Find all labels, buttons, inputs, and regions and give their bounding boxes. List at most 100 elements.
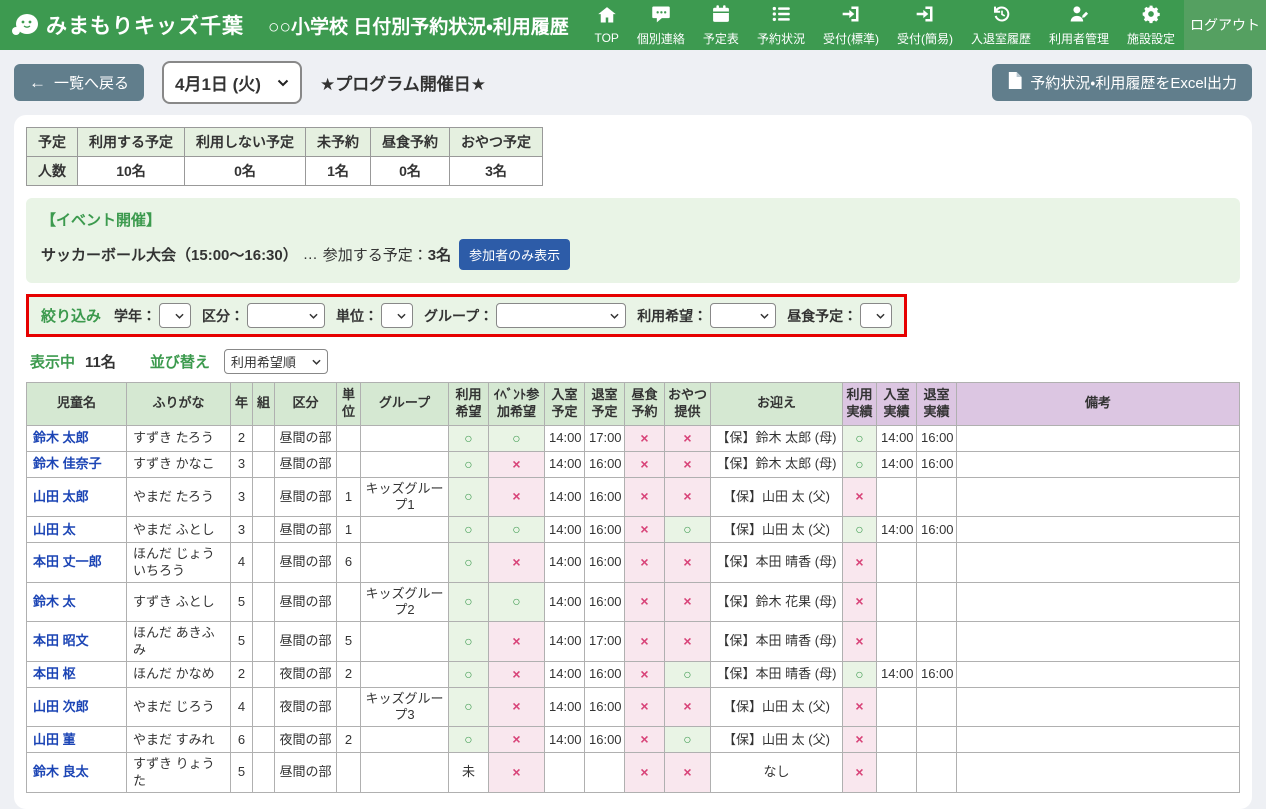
class-cell bbox=[253, 517, 275, 543]
nav-label: TOP bbox=[594, 31, 618, 45]
logout-button[interactable]: ログアウト bbox=[1184, 0, 1266, 50]
child-name-cell[interactable]: 本田 昭文 bbox=[27, 622, 127, 662]
filter-field-group: グループ： bbox=[424, 303, 626, 328]
unit-filter-label: 単位： bbox=[336, 306, 378, 326]
nav-item-checkin-standard[interactable]: 受付(標準) bbox=[814, 0, 888, 50]
nav-item-top[interactable]: TOP bbox=[585, 0, 627, 50]
table-row: 山田 次郎やまだ じろう4夜間の部キッズグループ3○×14:0016:00××【… bbox=[27, 687, 1240, 727]
child-name-cell[interactable]: 本田 枢 bbox=[27, 661, 127, 687]
class-cell bbox=[253, 622, 275, 662]
table-row: 本田 昭文ほんだ あきふみ5昼間の部5○×14:0017:00××【保】本田 晴… bbox=[27, 622, 1240, 662]
pickup-cell: 【保】山田 太 (父) bbox=[711, 687, 843, 727]
col-header-use-actual: 利用実績 bbox=[843, 383, 877, 426]
sort-select-value: 利用希望順 bbox=[231, 352, 296, 371]
nav-item-user-management[interactable]: 利用者管理 bbox=[1040, 0, 1118, 50]
class-cell bbox=[253, 477, 275, 517]
chevron-down-icon bbox=[610, 313, 619, 319]
unit-cell: 5 bbox=[337, 622, 361, 662]
grade-filter-select[interactable] bbox=[159, 303, 191, 328]
history-icon bbox=[991, 4, 1011, 27]
back-button[interactable]: ← 一覧へ戻る bbox=[14, 64, 144, 101]
col-header-pickup: お迎え bbox=[711, 383, 843, 426]
category-filter-label: 区分： bbox=[202, 306, 244, 326]
use-actual-cell: × bbox=[843, 477, 877, 517]
class-cell bbox=[253, 582, 275, 622]
child-name-cell[interactable]: 鈴木 良太 bbox=[27, 753, 127, 793]
child-name-cell[interactable]: 山田 太郎 bbox=[27, 477, 127, 517]
nav-item-facility-settings[interactable]: 施設設定 bbox=[1118, 0, 1184, 50]
unit-filter-select[interactable] bbox=[381, 303, 413, 328]
nav-item-contact[interactable]: 個別連絡 bbox=[628, 0, 694, 50]
category-cell: 昼間の部 bbox=[275, 451, 337, 477]
child-name-cell[interactable]: 鈴木 太 bbox=[27, 582, 127, 622]
sort-row: 表示中 11名 並び替え 利用希望順 bbox=[30, 349, 1236, 374]
event-wish-cell: ○ bbox=[489, 425, 545, 451]
table-row: 鈴木 太すずき ふとし5昼間の部キッズグループ2○○14:0016:00××【保… bbox=[27, 582, 1240, 622]
event-wish-cell: × bbox=[489, 661, 545, 687]
entry-actual-cell: 14:00 bbox=[877, 451, 917, 477]
event-box: 【イベント開催】 サッカーボール大会 （15:00～16:30） … 参加する予… bbox=[26, 198, 1240, 283]
group-cell bbox=[361, 622, 449, 662]
unit-cell: 1 bbox=[337, 477, 361, 517]
filter-title: 絞り込み bbox=[41, 305, 101, 326]
entry-plan-cell: 14:00 bbox=[545, 727, 585, 753]
category-cell: 夜間の部 bbox=[275, 661, 337, 687]
event-wish-cell: × bbox=[489, 622, 545, 662]
nav-item-entry-history[interactable]: 入退室履歴 bbox=[962, 0, 1040, 50]
app-logo[interactable]: みまもりキッズ千葉 bbox=[10, 10, 244, 40]
nav-item-checkin-simple[interactable]: 受付(簡易) bbox=[888, 0, 962, 50]
snack-cell: ○ bbox=[665, 517, 711, 543]
pickup-cell: 【保】本田 晴香 (母) bbox=[711, 543, 843, 583]
program-day-label: ★プログラム開催日★ bbox=[320, 70, 486, 95]
sort-select[interactable]: 利用希望順 bbox=[224, 349, 328, 374]
app-header: みまもりキッズ千葉 ○○小学校 日付別予約状況・利用履歴 TOP 個別連絡 予定… bbox=[0, 0, 1266, 50]
col-header-unit: 単位 bbox=[337, 383, 361, 426]
category-filter-select[interactable] bbox=[247, 303, 325, 328]
event-wish-cell: ○ bbox=[489, 582, 545, 622]
exit-actual-cell bbox=[917, 477, 957, 517]
lunch-filter-select[interactable] bbox=[860, 303, 892, 328]
lunch-cell: × bbox=[625, 425, 665, 451]
signin-icon bbox=[915, 4, 935, 27]
entry-actual-cell bbox=[877, 687, 917, 727]
grade-cell: 5 bbox=[231, 753, 253, 793]
use-wish-filter-select[interactable] bbox=[710, 303, 776, 328]
child-name-cell[interactable]: 鈴木 太郎 bbox=[27, 425, 127, 451]
group-cell bbox=[361, 753, 449, 793]
filter-field-lunch: 昼食予定： bbox=[787, 303, 892, 328]
child-name-cell[interactable]: 山田 次郎 bbox=[27, 687, 127, 727]
child-name-cell[interactable]: 山田 菫 bbox=[27, 727, 127, 753]
grade-cell: 5 bbox=[231, 582, 253, 622]
child-name-cell[interactable]: 本田 丈一郎 bbox=[27, 543, 127, 583]
group-filter-select[interactable] bbox=[496, 303, 626, 328]
nav-item-reservations[interactable]: 予約状況 bbox=[748, 0, 814, 50]
child-name-cell[interactable]: 鈴木 佳奈子 bbox=[27, 451, 127, 477]
note-cell bbox=[957, 543, 1240, 583]
class-cell bbox=[253, 543, 275, 583]
gear-icon bbox=[1141, 4, 1161, 27]
unit-cell bbox=[337, 582, 361, 622]
lunch-cell: × bbox=[625, 727, 665, 753]
col-header-lunch: 昼食予約 bbox=[625, 383, 665, 426]
note-cell bbox=[957, 425, 1240, 451]
exit-actual-cell bbox=[917, 582, 957, 622]
excel-export-button[interactable]: 予約状況・利用履歴をExcel出力 bbox=[992, 64, 1252, 101]
main-nav: TOP 個別連絡 予定表 予約状況 受付(標準) 受付(簡易) 入退室履歴 利 bbox=[585, 0, 1184, 50]
col-header-note: 備考 bbox=[957, 383, 1240, 426]
user-edit-icon bbox=[1069, 4, 1089, 27]
class-cell bbox=[253, 687, 275, 727]
table-row: 山田 菫やまだ すみれ6夜間の部2○×14:0016:00×○【保】山田 太 (… bbox=[27, 727, 1240, 753]
attendance-table-body: 鈴木 太郎すずき たろう2昼間の部○○14:0017:00××【保】鈴木 太郎 … bbox=[27, 425, 1240, 792]
child-name-cell[interactable]: 山田 太 bbox=[27, 517, 127, 543]
pickup-cell: 【保】鈴木 花果 (母) bbox=[711, 582, 843, 622]
show-participants-button[interactable]: 参加者のみ表示 bbox=[459, 239, 570, 270]
date-select[interactable]: 4月1日 (火) bbox=[162, 61, 302, 104]
use-actual-cell: × bbox=[843, 753, 877, 793]
grade-cell: 4 bbox=[231, 543, 253, 583]
calendar-icon bbox=[711, 4, 731, 27]
category-cell: 夜間の部 bbox=[275, 727, 337, 753]
nav-item-schedule[interactable]: 予定表 bbox=[694, 0, 748, 50]
unit-cell: 1 bbox=[337, 517, 361, 543]
snack-cell: × bbox=[665, 477, 711, 517]
class-cell bbox=[253, 425, 275, 451]
